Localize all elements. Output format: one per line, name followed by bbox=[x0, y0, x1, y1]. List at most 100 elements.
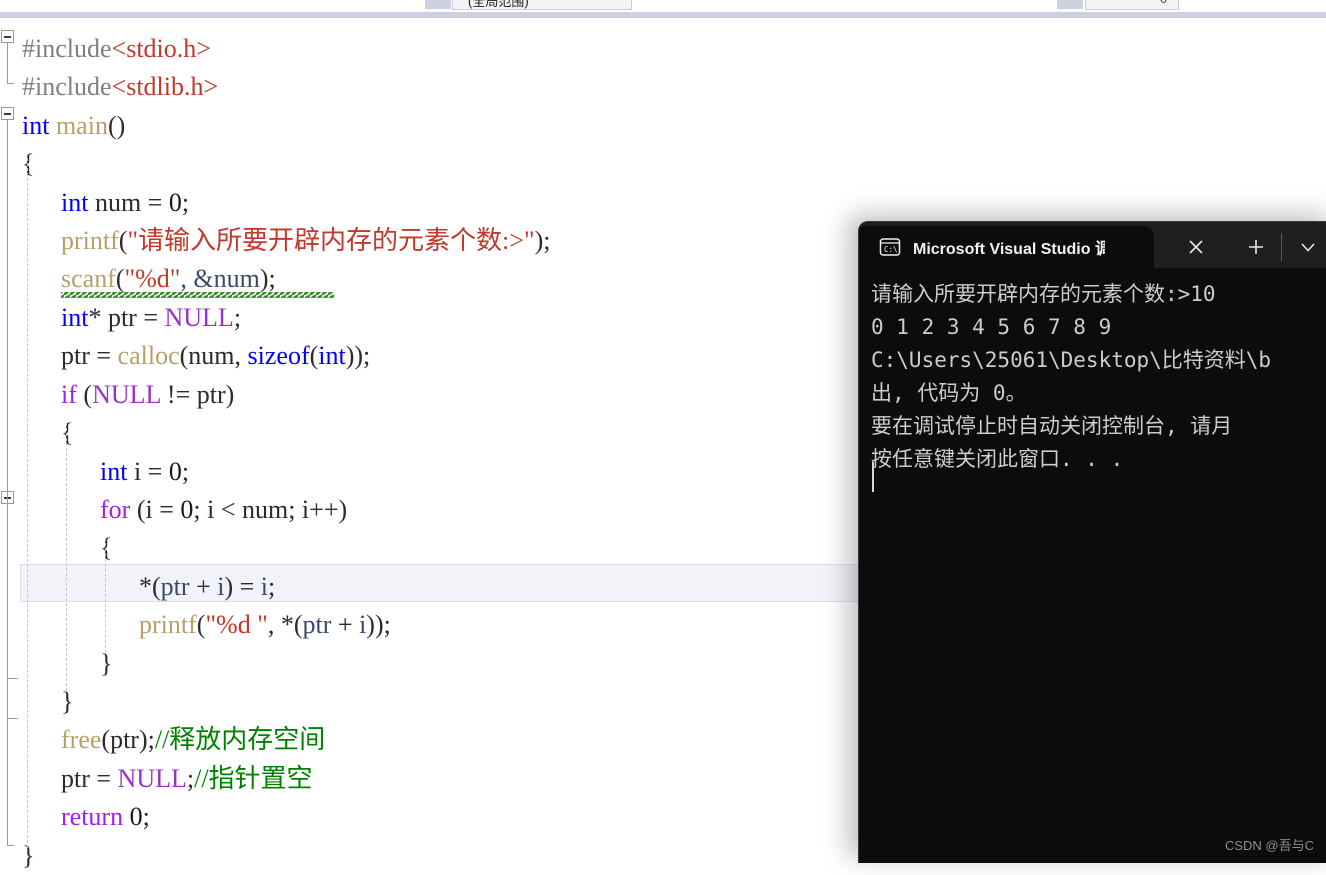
csdn-watermark: CSDN @吾与C bbox=[1224, 838, 1314, 853]
code-token: , *( bbox=[267, 610, 303, 639]
code-token: sizeof bbox=[247, 341, 310, 370]
console-output[interactable]: 请输入所要开辟内存的元素个数:>10 0 1 2 3 4 5 6 7 8 9 C:\… bbox=[859, 268, 1326, 863]
code-token: 0 bbox=[129, 802, 143, 831]
code-token: ( bbox=[76, 380, 93, 409]
code-token: calloc bbox=[117, 341, 180, 370]
code-token: } bbox=[100, 649, 113, 678]
code-token: NULL bbox=[164, 303, 234, 332]
console-tab[interactable]: C:\ Microsoft Visual Studio 调试控 bbox=[859, 226, 1154, 268]
code-token: #include bbox=[22, 34, 112, 63]
code-line[interactable]: #include<stdio.h> bbox=[0, 30, 1326, 68]
console-tab-title: Microsoft Visual Studio 调试控 bbox=[913, 241, 1105, 258]
code-token: //释放内存空间 bbox=[154, 725, 326, 754]
code-token: printf bbox=[139, 610, 197, 639]
console-output-line: 要在调试停止时自动关闭控制台, 请月 bbox=[871, 414, 1233, 438]
code-token: printf bbox=[61, 226, 119, 255]
code-token: + bbox=[331, 610, 360, 639]
console-titlebar[interactable]: C:\ Microsoft Visual Studio 调试控 bbox=[859, 222, 1326, 268]
code-token: ; bbox=[181, 457, 190, 486]
code-token: ptr = bbox=[61, 764, 118, 793]
code-token: int bbox=[22, 111, 50, 140]
code-token: ; i < num; i++) bbox=[193, 495, 348, 524]
code-token: } bbox=[22, 841, 35, 870]
breadcrumb-scope-label: (全局范围) bbox=[468, 0, 529, 9]
console-output-line: 请输入所要开辟内存的元素个数:>10 bbox=[871, 282, 1216, 306]
plus-icon[interactable] bbox=[1241, 232, 1271, 262]
console-output-line: C:\Users\25061\Desktop\比特资料\b bbox=[871, 348, 1272, 372]
code-token: free bbox=[61, 725, 102, 754]
code-token: )); bbox=[345, 341, 371, 370]
code-token: ); bbox=[534, 226, 551, 255]
toolbar-separator-right bbox=[1057, 0, 1083, 9]
code-token: NULL bbox=[92, 380, 161, 409]
console-output-line: 按任意键关闭此窗口. . . bbox=[871, 447, 1124, 471]
code-line[interactable]: { bbox=[0, 145, 1326, 183]
code-token: int bbox=[61, 303, 89, 332]
top-toolbar-strip: (全局范围) 0 bbox=[0, 0, 1326, 12]
code-token: *( bbox=[139, 572, 161, 601]
code-token: ptr bbox=[302, 610, 332, 639]
titlebar-divider bbox=[1281, 233, 1282, 261]
code-token: != ptr) bbox=[160, 380, 235, 409]
code-token: ; bbox=[142, 802, 150, 831]
code-token: ; bbox=[181, 188, 190, 217]
console-caret bbox=[872, 462, 874, 492]
indent-guide bbox=[27, 158, 28, 848]
code-token: if bbox=[61, 380, 77, 409]
code-token: main bbox=[55, 111, 108, 140]
code-token: ; bbox=[268, 572, 276, 601]
code-token: )); bbox=[366, 610, 391, 639]
code-token: int bbox=[61, 188, 89, 217]
code-line[interactable]: int main() bbox=[0, 107, 1326, 145]
code-token: 0 bbox=[168, 457, 182, 486]
error-squiggle bbox=[61, 292, 335, 298]
code-token: (i = bbox=[130, 495, 181, 524]
code-token: //指针置空 bbox=[194, 764, 313, 793]
code-token: ptr = bbox=[61, 341, 118, 370]
code-token: "%d" bbox=[124, 264, 181, 293]
debug-console-window[interactable]: C:\ Microsoft Visual Studio 调试控 请输入所要开辟内 bbox=[858, 221, 1326, 863]
console-output-line: 0 1 2 3 4 5 6 7 8 9 bbox=[871, 315, 1112, 339]
code-token: ( bbox=[115, 264, 125, 293]
code-line[interactable]: #include<stdlib.h> bbox=[0, 68, 1326, 106]
code-token: num = bbox=[88, 188, 169, 217]
console-cmd-icon: C:\ bbox=[879, 236, 901, 258]
close-icon[interactable] bbox=[1181, 232, 1211, 262]
code-token: ptr bbox=[160, 572, 190, 601]
code-token: ; bbox=[233, 303, 242, 332]
code-token: (num, bbox=[179, 341, 248, 370]
code-token: <stdio.h> bbox=[111, 34, 211, 63]
code-token: i = bbox=[127, 457, 169, 486]
code-token: 0 bbox=[180, 495, 194, 524]
code-token: , &num bbox=[180, 264, 260, 293]
code-token: int bbox=[318, 341, 346, 370]
code-token: "%d " bbox=[205, 610, 268, 639]
svg-text:C:\: C:\ bbox=[884, 245, 898, 254]
indent-guide bbox=[105, 538, 106, 653]
code-token: <stdlib.h> bbox=[111, 72, 219, 101]
code-token: () bbox=[107, 111, 126, 140]
code-token: scanf bbox=[61, 264, 116, 293]
code-line[interactable]: int num = 0; bbox=[0, 184, 1326, 222]
code-token: } bbox=[61, 687, 74, 716]
code-token: ); bbox=[259, 264, 276, 293]
code-token: "请输入所要开辟内存的元素个数:>" bbox=[127, 226, 535, 255]
code-token: return bbox=[61, 802, 124, 831]
code-token: NULL bbox=[117, 764, 187, 793]
code-token: * ptr = bbox=[88, 303, 165, 332]
console-output-line: 出, 代码为 0。 bbox=[871, 381, 1027, 405]
code-token: { bbox=[61, 418, 74, 447]
code-token: ) = bbox=[224, 572, 261, 601]
code-token: { bbox=[22, 149, 35, 178]
code-token: (ptr); bbox=[101, 725, 155, 754]
indent-guide bbox=[66, 423, 67, 691]
code-token: for bbox=[100, 495, 131, 524]
toolbar-separator-left bbox=[425, 0, 451, 9]
code-token: #include bbox=[22, 72, 112, 101]
code-token: int bbox=[100, 457, 128, 486]
code-token: 0 bbox=[168, 188, 182, 217]
code-token: + bbox=[189, 572, 218, 601]
chevron-down-icon[interactable] bbox=[1293, 232, 1323, 262]
code-token: i bbox=[260, 572, 269, 601]
toolbar-right-label: 0 bbox=[1160, 0, 1167, 6]
